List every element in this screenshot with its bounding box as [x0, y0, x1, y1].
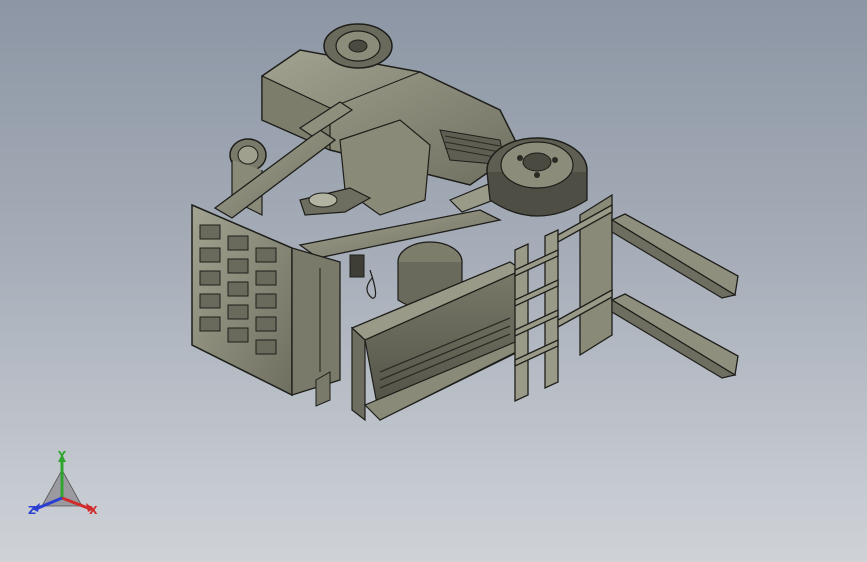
fork-upper [610, 213, 739, 299]
axis-triad: Y X Z [22, 446, 110, 526]
fork-lower [610, 293, 739, 379]
front-wheel [486, 137, 588, 217]
y-axis-label: Y [58, 449, 66, 462]
x-axis-label: X [89, 504, 98, 517]
rear-wheel [323, 23, 393, 69]
counterweight [191, 203, 341, 397]
forklift-model[interactable] [0, 0, 867, 562]
graphics-viewport[interactable]: Y X Z [0, 0, 867, 562]
fork-carriage [514, 193, 613, 403]
z-axis-label: Z [28, 504, 36, 517]
